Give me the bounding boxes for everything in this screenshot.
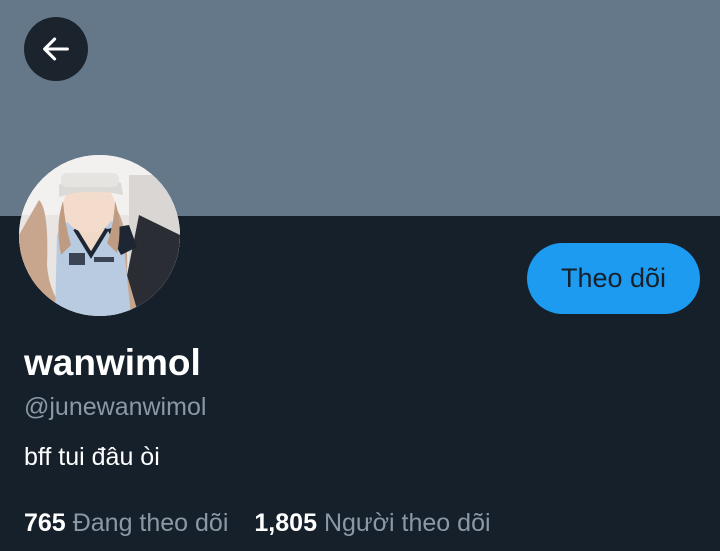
- followers-stat[interactable]: 1,805 Người theo dõi: [254, 506, 490, 540]
- follow-button[interactable]: Theo dõi: [527, 243, 700, 314]
- followers-label: Người theo dõi: [323, 509, 491, 537]
- display-name: wanwimol: [24, 342, 201, 383]
- followers-count: 1,805: [254, 509, 317, 537]
- user-handle: @junewanwimol: [24, 393, 207, 421]
- arrow-left-icon: [43, 37, 69, 61]
- back-button[interactable]: [24, 17, 88, 81]
- following-count: 765: [24, 509, 66, 537]
- following-label: Đang theo dõi: [72, 509, 229, 537]
- profile-page: Theo dõi wanwimol @junewanwimol bff tui …: [0, 0, 720, 551]
- profile-stats: 765 Đang theo dõi 1,805 Người theo dõi: [24, 506, 491, 540]
- avatar[interactable]: [19, 155, 180, 316]
- following-stat[interactable]: 765 Đang theo dõi: [24, 506, 228, 540]
- avatar-photo: [19, 155, 180, 316]
- profile-bio: bff tui đâu òi: [24, 443, 160, 471]
